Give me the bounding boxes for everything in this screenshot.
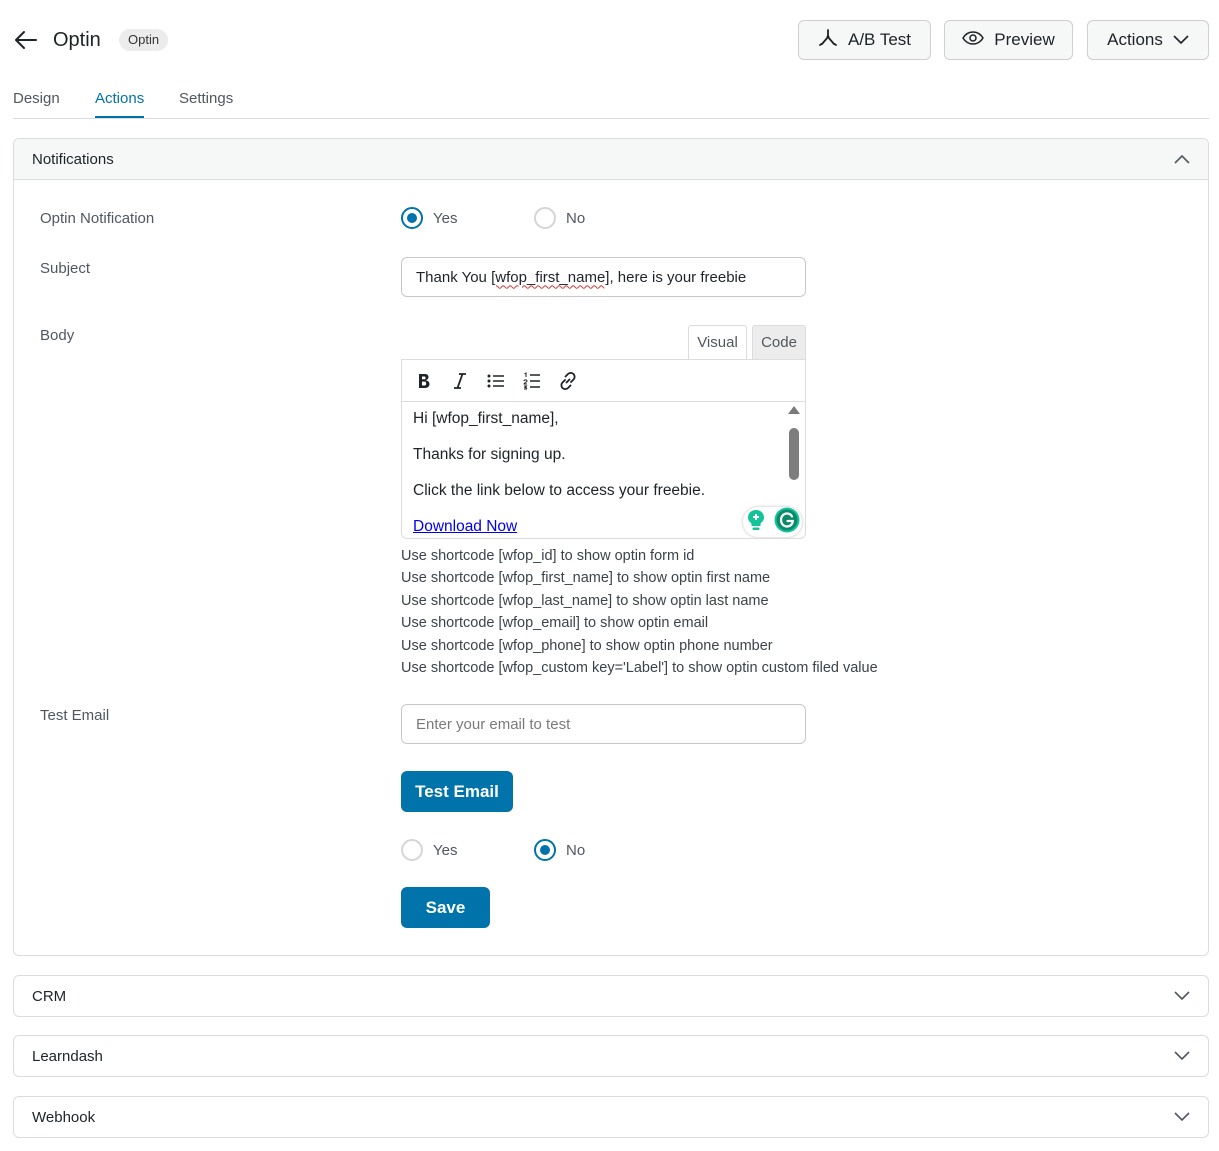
subject-shortcode: [wfop_first_name]: [491, 268, 610, 286]
actions-dropdown[interactable]: Actions: [1087, 20, 1209, 60]
webhook-header[interactable]: Webhook: [14, 1097, 1208, 1138]
editor-line: Thanks for signing up.: [413, 446, 566, 463]
preview-label: Preview: [994, 30, 1055, 49]
actions-label: Actions: [1107, 30, 1163, 49]
chevron-down-icon: [1174, 988, 1190, 1005]
editor-toolbar: [402, 360, 805, 402]
grammarly-suggestion-icon: [746, 509, 766, 536]
notifications-header[interactable]: Notifications: [14, 139, 1208, 180]
shortcode-help: Use shortcode [wfop_id] to show optin fo…: [401, 545, 878, 679]
help-line: Use shortcode [wfop_id] to show optin fo…: [401, 548, 695, 564]
optin-notification-label: Optin Notification: [40, 210, 155, 227]
page-title: Optin: [53, 29, 101, 51]
learndash-header[interactable]: Learndash: [14, 1036, 1208, 1077]
tab-design[interactable]: Design: [13, 90, 60, 118]
tab-bar: Design Actions Settings: [13, 86, 1209, 119]
webhook-panel: Webhook: [13, 1096, 1209, 1138]
eye-icon: [962, 30, 985, 50]
editor-scrollbar[interactable]: [789, 428, 799, 480]
ab-test-label: A/B Test: [848, 30, 911, 49]
back-arrow-icon[interactable]: [12, 28, 40, 52]
italic-icon[interactable]: [448, 369, 472, 393]
radio-unselected-icon: [534, 207, 556, 229]
save-button[interactable]: Save: [401, 887, 490, 928]
radio-selected-icon: [401, 207, 423, 229]
help-line: Use shortcode [wfop_custom key='Label'] …: [401, 659, 878, 676]
chevron-up-icon: [1174, 151, 1190, 168]
download-now-link[interactable]: Download Now: [413, 518, 517, 535]
webhook-title: Webhook: [32, 1109, 96, 1126]
notifications-title: Notifications: [32, 150, 114, 168]
tab-settings[interactable]: Settings: [179, 90, 233, 118]
radio-unselected-icon: [401, 839, 423, 861]
optin-notification-yes-radio[interactable]: Yes: [401, 207, 457, 229]
chevron-down-icon: [1174, 1109, 1190, 1126]
help-line: Use shortcode [wfop_email] to show optin…: [401, 615, 709, 632]
help-line: Use shortcode [wfop_phone] to show optin…: [401, 637, 773, 654]
subject-text-suffix: , here is your freebie: [609, 268, 747, 286]
learndash-panel: Learndash: [13, 1035, 1209, 1077]
radio-label: Yes: [433, 841, 458, 859]
bulleted-list-icon[interactable]: [484, 369, 508, 393]
ab-test-button[interactable]: A/B Test: [798, 20, 931, 60]
radio-selected-icon: [534, 839, 556, 861]
subject-label: Subject: [40, 260, 91, 277]
subject-input[interactable]: Thank You [wfop_first_name] , here is yo…: [401, 257, 806, 297]
bold-icon[interactable]: [412, 369, 436, 393]
test-email-input[interactable]: [401, 704, 806, 744]
preview-button[interactable]: Preview: [944, 20, 1073, 60]
help-line: Use shortcode [wfop_first_name] to show …: [401, 570, 771, 587]
chevron-down-icon: [1173, 30, 1189, 50]
radio-label: No: [566, 209, 586, 227]
crm-header[interactable]: CRM: [14, 976, 1208, 1017]
optin-notification-no-radio[interactable]: No: [534, 207, 585, 229]
test-email-label: Test Email: [40, 707, 110, 724]
crm-title: CRM: [32, 988, 67, 1005]
body-editor[interactable]: Hi [wfop_first_name], Thanks for signing…: [401, 359, 806, 539]
radio-label: No: [566, 841, 586, 859]
editor-tab-code[interactable]: Code: [752, 325, 806, 359]
editor-line: Click the link below to access your free…: [413, 482, 706, 499]
editor-line: Hi [wfop_first_name],: [413, 410, 559, 427]
test-email-no-radio[interactable]: No: [534, 839, 585, 861]
grammarly-logo-icon: [774, 507, 800, 538]
crm-panel: CRM: [13, 975, 1209, 1017]
test-email-button[interactable]: Test Email: [401, 771, 513, 812]
page-header: Optin Optin A/B Test Preview Actions: [0, 0, 1219, 80]
help-line: Use shortcode [wfop_last_name] to show o…: [401, 592, 769, 609]
link-icon[interactable]: [556, 369, 580, 393]
radio-label: Yes: [433, 209, 458, 227]
test-email-yes-radio[interactable]: Yes: [401, 839, 457, 861]
grammarly-widget[interactable]: [743, 507, 802, 537]
learndash-title: Learndash: [32, 1048, 103, 1065]
type-badge: Optin: [119, 29, 169, 51]
subject-text-prefix: Thank You: [416, 268, 492, 286]
body-label: Body: [40, 327, 75, 344]
scroll-up-arrow-icon[interactable]: [788, 406, 800, 414]
editor-tab-visual[interactable]: Visual: [688, 325, 747, 359]
ab-split-icon: [818, 28, 838, 53]
numbered-list-icon[interactable]: [520, 369, 544, 393]
chevron-down-icon: [1174, 1048, 1190, 1065]
tab-actions[interactable]: Actions: [95, 90, 145, 118]
